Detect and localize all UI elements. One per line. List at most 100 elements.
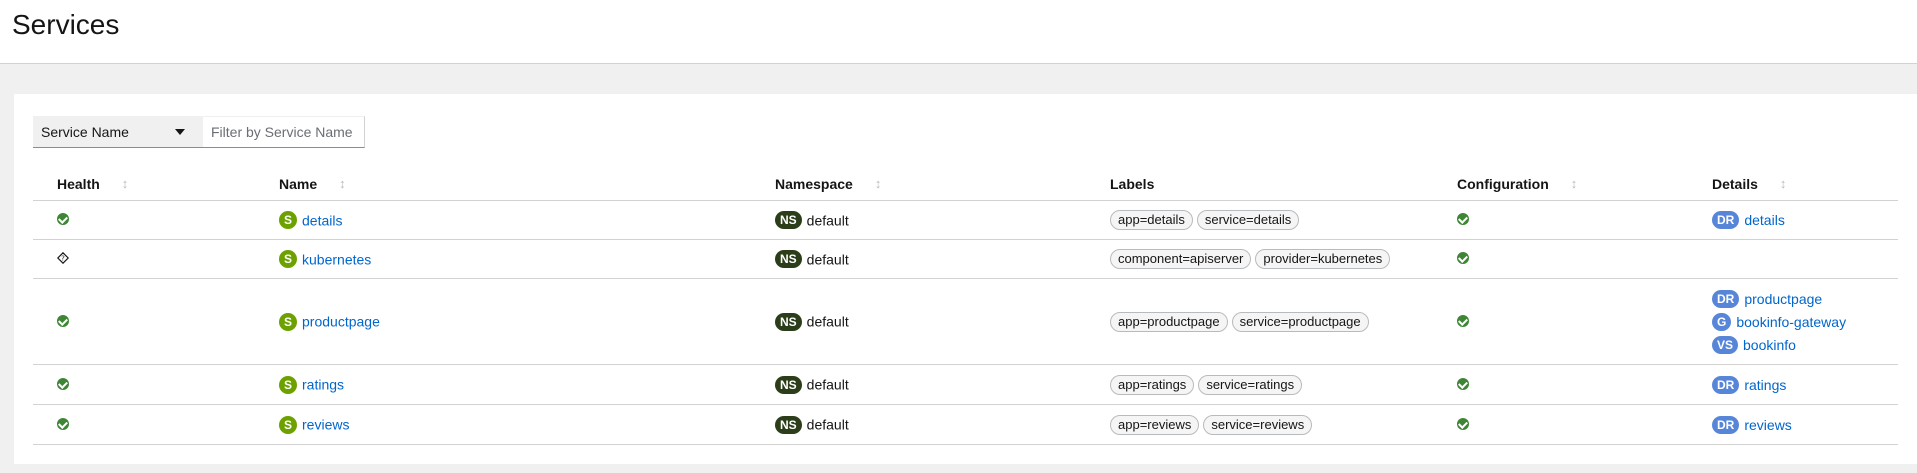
service-badge: S <box>279 375 298 394</box>
sort-icon[interactable]: ↕ <box>1571 177 1578 190</box>
healthy-icon[interactable] <box>57 417 69 430</box>
column-header-labels: Labels <box>1110 167 1457 201</box>
label-chip: service=reviews <box>1203 414 1313 435</box>
detail-link[interactable]: bookinfo <box>1743 337 1796 353</box>
column-label: Details <box>1712 175 1758 192</box>
filter-field-select[interactable]: Service Name <box>33 116 203 148</box>
health-na-icon[interactable]: ? <box>57 252 69 264</box>
healthy-icon[interactable] <box>57 213 69 225</box>
namespace-badge: NS <box>775 250 802 269</box>
sort-icon[interactable]: ↕ <box>339 177 346 190</box>
service-link[interactable]: kubernetes <box>302 251 371 267</box>
namespace-badge: NS <box>775 211 802 230</box>
namespace-cell: NS default <box>775 404 1110 445</box>
table-row: Sproductpage NS default app=productpage se… <box>33 278 1898 365</box>
istio-badge: G <box>1712 312 1732 331</box>
sort-icon[interactable]: ↕ <box>122 177 129 190</box>
service-link[interactable]: ratings <box>302 377 344 393</box>
details-cell: DR reviews <box>1712 404 1898 445</box>
column-header-configuration[interactable]: Configuration ↕ <box>1457 167 1712 201</box>
labels-cell: app=details service=details <box>1110 200 1457 240</box>
detail-item: VS bookinfo <box>1712 333 1898 356</box>
detail-link[interactable]: reviews <box>1744 417 1791 433</box>
detail-item: DR productpage <box>1712 287 1898 310</box>
column-label: Configuration <box>1457 175 1549 192</box>
column-label: Health <box>57 175 100 192</box>
column-header-namespace[interactable]: Namespace ↕ <box>775 167 1110 201</box>
healthy-icon[interactable] <box>57 314 69 327</box>
service-link[interactable]: reviews <box>302 417 349 433</box>
label-chip: app=ratings <box>1110 374 1195 395</box>
page-title: Services <box>12 9 120 40</box>
detail-item: Gbookinfo-gateway <box>1712 310 1898 333</box>
istio-badge: VS <box>1712 335 1739 354</box>
column-label: Name <box>279 175 318 192</box>
sort-icon[interactable]: ↕ <box>875 177 882 190</box>
column-header-name[interactable]: Name ↕ <box>279 167 775 201</box>
health-cell <box>33 200 279 240</box>
config-cell <box>1457 364 1712 405</box>
health-cell <box>33 364 279 405</box>
table-row: Sreviews NS default app=reviews service=re… <box>33 404 1898 445</box>
label-chip: component=apiserver <box>1110 249 1252 269</box>
name-cell: Sreviews <box>279 404 775 445</box>
column-label: Namespace <box>775 175 853 192</box>
health-cell <box>33 278 279 365</box>
filter-field-label: Service Name <box>41 123 129 140</box>
name-cell: Skubernetes <box>279 239 775 279</box>
details-cell: DR productpage Gbookinfo-gateway VS bookin… <box>1712 278 1898 365</box>
service-badge: S <box>279 415 298 434</box>
svg-text:?: ? <box>61 255 65 263</box>
label-chip: provider=kubernetes <box>1255 249 1391 269</box>
caret-down-icon <box>175 128 185 135</box>
table-row: Sratings NS default app=ratings service=ra… <box>33 364 1898 405</box>
detail-item: DR details <box>1712 209 1898 232</box>
label-chip: app=reviews <box>1110 414 1200 435</box>
filter-input[interactable] <box>203 116 365 148</box>
healthy-icon[interactable] <box>57 377 69 390</box>
detail-link[interactable]: ratings <box>1744 377 1786 393</box>
config-valid-icon <box>1457 377 1469 390</box>
namespace-cell: NS default <box>775 278 1110 365</box>
service-link[interactable]: productpage <box>302 314 380 330</box>
filter-toolbar: Service Name <box>33 116 365 148</box>
namespace-cell: NS default <box>775 239 1110 279</box>
namespace-cell: NS default <box>775 364 1110 405</box>
namespace-text: default <box>806 376 849 393</box>
detail-link[interactable]: productpage <box>1744 291 1822 307</box>
namespace-badge: NS <box>775 312 802 331</box>
name-cell: Sproductpage <box>279 278 775 365</box>
detail-link[interactable]: details <box>1744 212 1784 228</box>
column-header-details[interactable]: Details ↕ <box>1712 167 1898 201</box>
labels-cell: app=productpage service=productpage <box>1110 278 1457 365</box>
details-cell <box>1712 239 1898 279</box>
service-badge: S <box>279 250 298 269</box>
details-cell: DR details <box>1712 200 1898 240</box>
service-badge: S <box>279 211 298 230</box>
istio-badge: DR <box>1712 415 1740 434</box>
detail-link[interactable]: bookinfo-gateway <box>1736 314 1846 330</box>
istio-badge: DR <box>1712 211 1740 229</box>
namespace-text: default <box>806 416 849 433</box>
page-header: Services <box>0 0 1917 64</box>
detail-item: DR reviews <box>1712 413 1898 436</box>
istio-badge: DR <box>1712 289 1740 308</box>
namespace-text: default <box>806 212 849 229</box>
service-badge: S <box>279 312 298 331</box>
sort-icon[interactable]: ↕ <box>1780 177 1787 190</box>
services-table: Health ↕ Name ↕ Namespace ↕ Labels Configur… <box>33 167 1898 445</box>
config-cell <box>1457 404 1712 445</box>
details-cell: DR ratings <box>1712 364 1898 405</box>
service-link[interactable]: details <box>302 212 342 228</box>
column-header-health[interactable]: Health ↕ <box>33 167 279 201</box>
table-row: Sdetails NS default app=details service=de… <box>33 200 1898 240</box>
namespace-text: default <box>806 251 849 268</box>
config-valid-icon <box>1457 314 1469 327</box>
config-valid-icon <box>1457 417 1469 430</box>
config-cell <box>1457 239 1712 279</box>
label-chip: service=ratings <box>1198 374 1303 395</box>
name-cell: Sdetails <box>279 200 775 240</box>
column-label: Labels <box>1110 175 1155 192</box>
config-valid-icon <box>1457 213 1469 225</box>
label-chip: service=details <box>1196 210 1300 230</box>
